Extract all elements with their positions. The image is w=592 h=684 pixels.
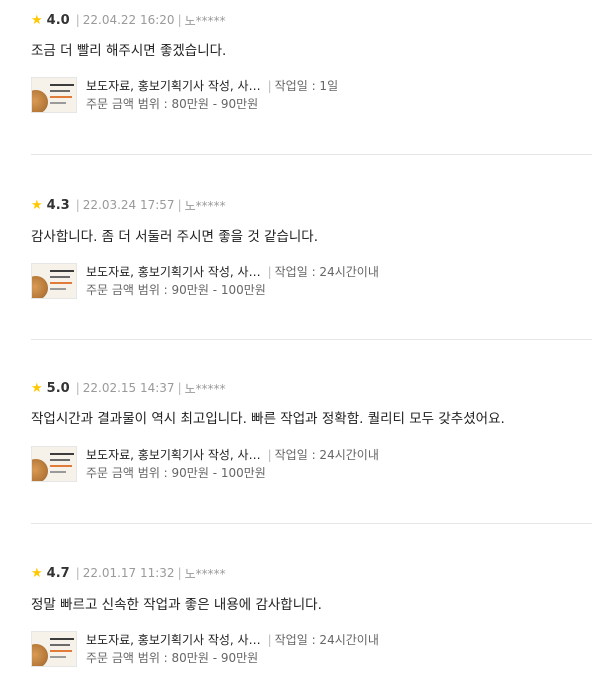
separator: |: [177, 13, 182, 27]
product-info: 보도자료, 홍보기획기사 작성, 사… | 작업일 : 24시간이내 주문 금액 …: [86, 446, 379, 482]
review-date: 22.01.17 11:32: [82, 566, 175, 580]
review-meta: ★ 4.0 | 22.04.22 16:20 | 노*****: [31, 12, 226, 28]
product-title[interactable]: 보도자료, 홍보기획기사 작성, 사…: [86, 446, 261, 464]
separator: |: [75, 381, 80, 395]
product-thumbnail[interactable]: [31, 77, 77, 113]
product-title[interactable]: 보도자료, 홍보기획기사 작성, 사…: [86, 631, 261, 649]
review-date: 22.03.24 17:57: [82, 198, 175, 212]
separator: |: [75, 13, 80, 27]
product-thumbnail[interactable]: [31, 263, 77, 299]
product-title[interactable]: 보도자료, 홍보기획기사 작성, 사…: [86, 263, 261, 281]
price-range: 주문 금액 범위 : 80만원 - 90만원: [86, 97, 259, 111]
star-icon: ★: [31, 197, 43, 213]
review-score: 4.3: [46, 197, 70, 213]
review-author: 노*****: [184, 198, 226, 213]
review-meta: ★ 5.0 | 22.02.15 14:37 | 노*****: [31, 380, 226, 396]
product-thumbnail[interactable]: [31, 446, 77, 482]
review-item: ★ 4.0 | 22.04.22 16:20 | 노***** 조금 더 빨리 …: [0, 0, 592, 184]
review-score: 4.0: [46, 12, 70, 28]
review-item: ★ 4.3 | 22.03.24 17:57 | 노***** 감사합니다. 좀…: [0, 184, 592, 369]
product-info: 보도자료, 홍보기획기사 작성, 사… | 작업일 : 1일 주문 금액 범위 :…: [86, 77, 338, 113]
divider: [31, 154, 592, 155]
star-icon: ★: [31, 565, 43, 581]
review-author: 노*****: [184, 13, 226, 28]
separator: |: [177, 198, 182, 212]
price-range: 주문 금액 범위 : 80만원 - 90만원: [86, 651, 259, 665]
star-icon: ★: [31, 380, 43, 396]
star-icon: ★: [31, 12, 43, 28]
review-item: ★ 5.0 | 22.02.15 14:37 | 노***** 작업시간과 결과…: [0, 369, 592, 554]
product-info: 보도자료, 홍보기획기사 작성, 사… | 작업일 : 24시간이내 주문 금액 …: [86, 263, 379, 299]
review-meta: ★ 4.7 | 22.01.17 11:32 | 노*****: [31, 565, 226, 581]
product-info: 보도자료, 홍보기획기사 작성, 사… | 작업일 : 24시간이내 주문 금액 …: [86, 631, 379, 667]
work-days: | 작업일 : 24시간이내: [267, 633, 379, 647]
separator: |: [177, 566, 182, 580]
review-score: 5.0: [46, 380, 70, 396]
review-text: 작업시간과 결과물이 역시 최고입니다. 빠른 작업과 정확함. 퀄리티 모두 …: [31, 411, 505, 427]
separator: |: [177, 381, 182, 395]
work-days: | 작업일 : 1일: [267, 79, 339, 93]
price-range: 주문 금액 범위 : 90만원 - 100만원: [86, 283, 266, 297]
work-days: | 작업일 : 24시간이내: [267, 265, 379, 279]
review-meta: ★ 4.3 | 22.03.24 17:57 | 노*****: [31, 197, 226, 213]
work-days-value: 작업일 : 24시간이내: [274, 448, 379, 462]
product-thumbnail[interactable]: [31, 631, 77, 667]
review-date: 22.04.22 16:20: [82, 13, 175, 27]
review-author: 노*****: [184, 381, 226, 396]
review-score: 4.7: [46, 565, 70, 581]
review-list: ★ 4.0 | 22.04.22 16:20 | 노***** 조금 더 빨리 …: [0, 0, 592, 684]
work-days-value: 작업일 : 1일: [274, 79, 339, 93]
product-title[interactable]: 보도자료, 홍보기획기사 작성, 사…: [86, 77, 261, 95]
review-item: ★ 4.7 | 22.01.17 11:32 | 노***** 정말 빠르고 신…: [0, 554, 592, 684]
ordered-product[interactable]: 보도자료, 홍보기획기사 작성, 사… | 작업일 : 1일 주문 금액 범위 :…: [31, 77, 338, 115]
ordered-product[interactable]: 보도자료, 홍보기획기사 작성, 사… | 작업일 : 24시간이내 주문 금액 …: [31, 446, 379, 484]
review-date: 22.02.15 14:37: [82, 381, 175, 395]
review-text: 조금 더 빨리 해주시면 좋겠습니다.: [31, 43, 227, 59]
review-text: 감사합니다. 좀 더 서둘러 주시면 좋을 것 같습니다.: [31, 229, 319, 245]
review-text: 정말 빠르고 신속한 작업과 좋은 내용에 감사합니다.: [31, 597, 322, 613]
work-days-value: 작업일 : 24시간이내: [274, 633, 379, 647]
ordered-product[interactable]: 보도자료, 홍보기획기사 작성, 사… | 작업일 : 24시간이내 주문 금액 …: [31, 263, 379, 301]
review-author: 노*****: [184, 566, 226, 581]
ordered-product[interactable]: 보도자료, 홍보기획기사 작성, 사… | 작업일 : 24시간이내 주문 금액 …: [31, 631, 379, 669]
price-range: 주문 금액 범위 : 90만원 - 100만원: [86, 466, 266, 480]
work-days-value: 작업일 : 24시간이내: [274, 265, 379, 279]
divider: [31, 339, 592, 340]
work-days: | 작업일 : 24시간이내: [267, 448, 379, 462]
divider: [31, 523, 592, 524]
separator: |: [75, 198, 80, 212]
separator: |: [75, 566, 80, 580]
